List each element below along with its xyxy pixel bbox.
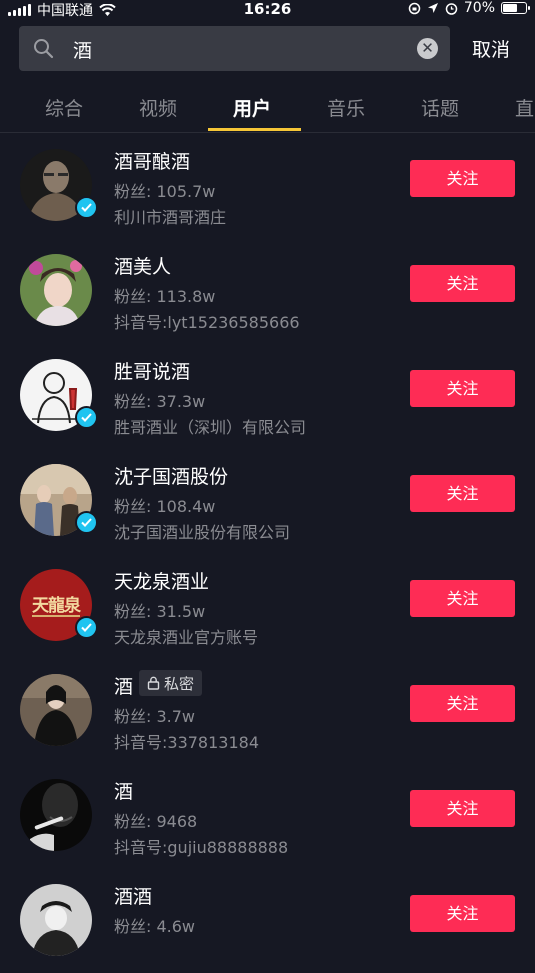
user-name: 胜哥说酒 xyxy=(114,361,191,383)
fan-count: 粉丝: 3.7w xyxy=(114,707,196,726)
private-label: 私密 xyxy=(164,674,195,693)
user-name: 酒酒 xyxy=(114,886,153,908)
follow-button[interactable]: 关注 xyxy=(410,895,515,932)
cancel-button[interactable]: 取消 xyxy=(472,35,510,62)
tab-comprehensive[interactable]: 综合 xyxy=(45,94,83,121)
avatar[interactable] xyxy=(20,674,92,746)
follow-button[interactable]: 关注 xyxy=(410,790,515,827)
lock-icon xyxy=(147,676,160,690)
user-row[interactable]: 酒酒 粉丝: 4.6w 关注 xyxy=(0,868,535,973)
tab-live[interactable]: 直 xyxy=(515,94,534,121)
user-description: 利川市酒哥酒庄 xyxy=(114,208,227,227)
user-row[interactable]: 酒 私密 粉丝: 3.7w 抖音号:337813184 关注 xyxy=(0,658,535,763)
user-row[interactable]: 沈子国酒股份 粉丝: 108.4w 沈子国酒业股份有限公司 关注 xyxy=(0,448,535,553)
user-row[interactable]: 天龍泉 天龙泉酒业 粉丝: 31.5w 天龙泉酒业官方账号 关注 xyxy=(0,553,535,658)
search-query[interactable]: 酒 xyxy=(73,36,92,63)
avatar[interactable] xyxy=(20,254,92,326)
fan-count: 粉丝: 31.5w xyxy=(114,602,206,621)
fan-count: 粉丝: 9468 xyxy=(114,812,198,831)
follow-button[interactable]: 关注 xyxy=(410,685,515,722)
verified-badge-icon xyxy=(75,406,98,429)
fan-count: 粉丝: 105.7w xyxy=(114,182,216,201)
search-icon xyxy=(34,39,54,59)
fan-count: 粉丝: 37.3w xyxy=(114,392,206,411)
user-description: 沈子国酒业股份有限公司 xyxy=(114,523,291,542)
avatar[interactable] xyxy=(20,884,92,956)
verified-badge-icon xyxy=(75,196,98,219)
battery-text: 70% xyxy=(463,0,495,16)
follow-button[interactable]: 关注 xyxy=(410,475,515,512)
location-icon xyxy=(427,3,438,13)
user-name: 酒 xyxy=(114,676,134,698)
user-row[interactable]: 酒 粉丝: 9468 抖音号:gujiu88888888 关注 xyxy=(0,763,535,868)
fan-count: 粉丝: 108.4w xyxy=(114,497,216,516)
user-row[interactable]: 酒美人 粉丝: 113.8w 抖音号:lyt15236585666 关注 xyxy=(0,238,535,343)
rotation-lock-icon xyxy=(408,2,421,14)
battery-icon xyxy=(501,2,530,14)
user-name: 酒哥酿酒 xyxy=(114,151,191,173)
tab-topics[interactable]: 话题 xyxy=(421,94,459,121)
user-description: 抖音号:337813184 xyxy=(114,733,260,752)
private-badge: 私密 xyxy=(139,670,203,696)
user-name: 沈子国酒股份 xyxy=(114,466,229,488)
tab-users[interactable]: 用户 xyxy=(233,94,271,121)
status-right: 70% xyxy=(408,0,530,16)
user-description: 胜哥酒业（深圳）有限公司 xyxy=(114,418,307,437)
user-name: 酒美人 xyxy=(114,256,172,278)
search-input[interactable]: 酒 ✕ xyxy=(19,26,450,71)
user-row[interactable]: 酒哥酿酒 粉丝: 105.7w 利川市酒哥酒庄 关注 xyxy=(0,133,535,238)
user-name: 酒 xyxy=(114,781,134,803)
user-description: 抖音号:gujiu88888888 xyxy=(114,838,289,857)
verified-badge-icon xyxy=(75,616,98,639)
follow-button[interactable]: 关注 xyxy=(410,370,515,407)
avatar-logo-text: 天龍泉 xyxy=(32,596,81,616)
alarm-icon xyxy=(445,2,458,15)
active-tab-indicator xyxy=(208,128,301,131)
follow-button[interactable]: 关注 xyxy=(410,580,515,617)
status-bar: 中国联通 16:26 70% xyxy=(0,0,535,19)
user-description: 抖音号:lyt15236585666 xyxy=(114,313,300,332)
tab-videos[interactable]: 视频 xyxy=(139,94,177,121)
follow-button[interactable]: 关注 xyxy=(410,265,515,302)
fan-count: 粉丝: 4.6w xyxy=(114,917,196,936)
category-tabs: 综合 视频 用户 音乐 话题 直 xyxy=(0,80,535,133)
verified-badge-icon xyxy=(75,511,98,534)
tab-music[interactable]: 音乐 xyxy=(327,94,365,121)
user-row[interactable]: 胜哥说酒 粉丝: 37.3w 胜哥酒业（深圳）有限公司 关注 xyxy=(0,343,535,448)
fan-count: 粉丝: 113.8w xyxy=(114,287,216,306)
user-description: 天龙泉酒业官方账号 xyxy=(114,628,259,647)
avatar[interactable] xyxy=(20,779,92,851)
user-name: 天龙泉酒业 xyxy=(114,571,210,593)
clear-search-icon[interactable]: ✕ xyxy=(417,38,438,59)
follow-button[interactable]: 关注 xyxy=(410,160,515,197)
